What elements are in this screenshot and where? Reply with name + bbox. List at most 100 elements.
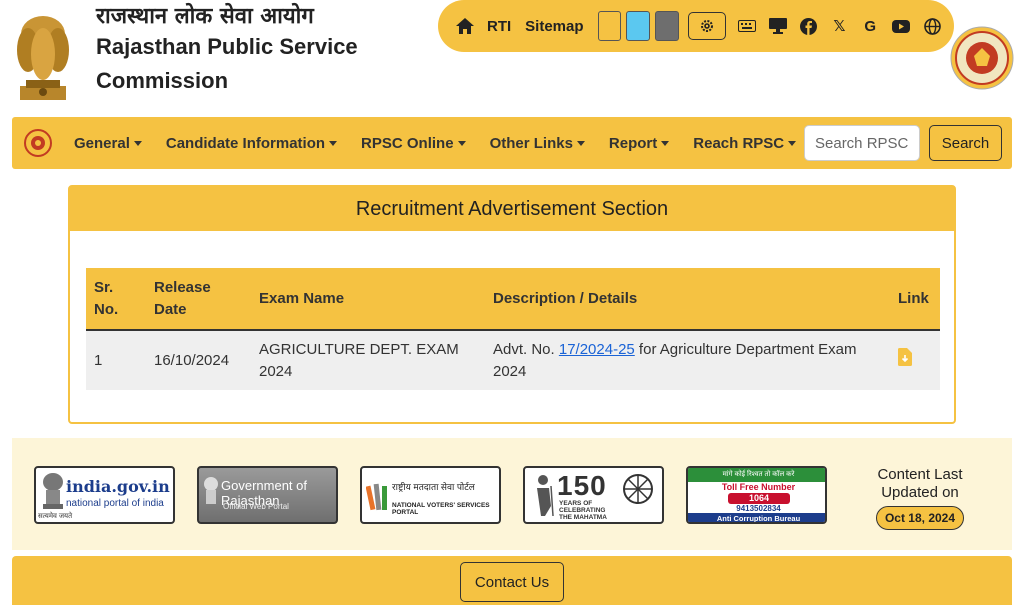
download-file-icon[interactable] bbox=[898, 348, 912, 366]
col-date-line-1: Release bbox=[154, 278, 211, 296]
acb-bureau-name: Anti Corruption Bureau bbox=[688, 513, 825, 522]
acb-tollfree-label: Toll Free Number bbox=[721, 482, 796, 492]
search-input[interactable] bbox=[804, 125, 920, 161]
exam-name-line-1: AGRICULTURE DEPT. EXAM bbox=[259, 340, 459, 358]
site-header: राजस्थान लोक सेवा आयोग Rajasthan Public … bbox=[0, 0, 1024, 112]
col-description: Description / Details bbox=[485, 268, 890, 331]
cell-exam-name: AGRICULTURE DEPT. EXAM 2024 bbox=[251, 330, 485, 390]
site-footer: Contact Us bbox=[12, 556, 1012, 605]
col-date-line-2: Date bbox=[154, 300, 187, 318]
settings-gear-icon bbox=[700, 20, 713, 32]
youtube-icon[interactable] bbox=[892, 17, 911, 35]
nav-candidate-information[interactable]: Candidate Information bbox=[165, 134, 338, 152]
india-gov-link[interactable]: india.gov.in national portal of india सत… bbox=[34, 466, 175, 524]
sitemap-link[interactable]: Sitemap bbox=[525, 18, 583, 35]
gov-rajasthan-link[interactable]: Government of Rajasthan Official Web Por… bbox=[197, 466, 338, 524]
india-gov-motto: सत्यमेव जयते bbox=[38, 513, 73, 520]
gov-rajasthan-subtitle: Official Web Portal bbox=[223, 502, 289, 511]
updated-line-1: Content Last bbox=[877, 466, 963, 483]
site-title-english: Rajasthan Public Service Commission bbox=[96, 30, 358, 98]
google-icon[interactable]: G bbox=[861, 17, 879, 35]
facebook-icon[interactable] bbox=[800, 17, 818, 35]
national-emblem-icon bbox=[17, 16, 69, 100]
theme-swatch-gray[interactable] bbox=[655, 11, 679, 41]
nav-report[interactable]: Report bbox=[608, 134, 670, 152]
col-exam-name: Exam Name bbox=[251, 268, 485, 331]
mahatma-150-link[interactable]: 150 YEARS OF CELEBRATING THE MAHATMA bbox=[523, 466, 664, 524]
search-button[interactable]: Search bbox=[929, 125, 1002, 161]
mahatma-150-caption: YEARS OF CELEBRATING THE MAHATMA bbox=[559, 500, 607, 521]
settings-button[interactable] bbox=[687, 12, 726, 40]
x-twitter-icon[interactable]: 𝕏 bbox=[831, 17, 849, 35]
cell-sr-no: 1 bbox=[86, 330, 146, 390]
chevron-down-icon bbox=[133, 140, 142, 146]
india-gov-subtitle: national portal of india bbox=[66, 498, 164, 509]
site-title-hindi: राजस्थान लोक सेवा आयोग bbox=[96, 4, 314, 29]
advt-number-link[interactable]: 17/2024-25 bbox=[559, 341, 635, 358]
anti-corruption-bureau-link[interactable]: मांगे कोई रिश्वत तो कॉल करे Toll Free Nu… bbox=[686, 466, 827, 524]
nav-report-label: Report bbox=[608, 134, 658, 152]
exam-name-line-2: 2024 bbox=[259, 362, 293, 380]
rti-link[interactable]: RTI bbox=[487, 18, 511, 35]
col-sr-line-1: Sr. bbox=[94, 278, 114, 296]
cell-release-date: 16/10/2024 bbox=[146, 330, 251, 390]
content-last-updated: Content Last Updated on Oct 18, 2024 bbox=[870, 466, 970, 530]
main-navbar: General Candidate Information RPSC Onlin… bbox=[12, 117, 1012, 169]
nav-other-links-label: Other Links bbox=[489, 134, 573, 152]
nav-general[interactable]: General bbox=[74, 135, 142, 152]
section-title: Recruitment Advertisement Section bbox=[70, 187, 954, 231]
site-title-line-1: Rajasthan Public Service bbox=[96, 34, 358, 59]
updated-line-2: Updated on bbox=[881, 484, 959, 501]
acb-hindi-slogan: मांगे कोई रिश्वत तो कॉल करे bbox=[688, 468, 825, 482]
home-icon[interactable] bbox=[456, 17, 474, 35]
mahatma-caption-line-1: YEARS OF bbox=[559, 500, 593, 507]
theme-swatch-yellow[interactable] bbox=[597, 11, 622, 41]
col-release-date: Release Date bbox=[146, 268, 251, 331]
emblem-icon bbox=[43, 473, 63, 509]
chevron-down-icon bbox=[576, 140, 585, 146]
site-title-line-2: Commission bbox=[96, 68, 229, 93]
col-sr-line-2: No. bbox=[94, 300, 119, 318]
nvsp-link[interactable]: राष्ट्रीय मतदाता सेवा पोर्टल NATIONAL VO… bbox=[360, 466, 501, 524]
nav-home-logo-icon[interactable] bbox=[24, 129, 52, 157]
recruitment-table: Sr. No. Release Date Exam Name Description… bbox=[86, 268, 940, 390]
chevron-down-icon bbox=[329, 140, 338, 146]
india-gov-title: india.gov.in bbox=[66, 477, 170, 496]
cell-description: Advt. No. 17/2024-25 for Agriculture Dep… bbox=[485, 330, 890, 390]
recruitment-card: Recruitment Advertisement Section Sr. No.… bbox=[68, 185, 956, 424]
nav-rpsc-online-label: RPSC Online bbox=[361, 134, 454, 152]
cell-link bbox=[890, 330, 940, 390]
nav-candidate-information-label: Candidate Information bbox=[165, 134, 326, 152]
charkha-wheel-icon bbox=[623, 474, 653, 504]
nvsp-hindi-title: राष्ट्रीय मतदाता सेवा पोर्टल bbox=[392, 482, 475, 492]
table-row: 1 16/10/2024 AGRICULTURE DEPT. EXAM 2024 … bbox=[86, 330, 940, 390]
col-link: Link bbox=[890, 268, 940, 331]
desc-suffix: for Agriculture Department Exam bbox=[634, 340, 857, 358]
globe-icon[interactable] bbox=[923, 17, 941, 35]
utility-bar: RTI Sitemap 𝕏 G bbox=[438, 0, 954, 52]
nav-other-links[interactable]: Other Links bbox=[490, 135, 585, 152]
nav-rpsc-online[interactable]: RPSC Online bbox=[361, 135, 466, 152]
external-links-band: india.gov.in national portal of india सत… bbox=[12, 438, 1012, 550]
rpsc-logo-icon bbox=[950, 26, 1014, 90]
desktop-icon[interactable] bbox=[768, 17, 787, 35]
desc-prefix: Advt. No. bbox=[493, 340, 559, 358]
col-sr-no: Sr. No. bbox=[86, 268, 146, 331]
acb-phone-number: 1064 bbox=[728, 493, 790, 504]
nav-general-label: General bbox=[74, 134, 130, 152]
voter-hand-icon bbox=[366, 483, 387, 511]
updated-date-badge: Oct 18, 2024 bbox=[875, 506, 965, 530]
nav-reach-rpsc[interactable]: Reach RPSC bbox=[693, 135, 797, 152]
chevron-down-icon bbox=[457, 140, 466, 146]
contact-us-button[interactable]: Contact Us bbox=[460, 562, 564, 602]
table-header-row: Sr. No. Release Date Exam Name Description… bbox=[86, 268, 940, 331]
mahatma-caption-line-3: THE MAHATMA bbox=[559, 514, 607, 521]
chevron-down-icon bbox=[661, 140, 670, 146]
mahatma-150-number: 150 bbox=[557, 470, 607, 501]
theme-swatch-blue[interactable] bbox=[626, 11, 651, 41]
chevron-down-icon bbox=[788, 140, 797, 146]
gandhi-silhouette-icon bbox=[537, 475, 554, 516]
acb-whatsapp-number: 9413502834 bbox=[736, 504, 781, 513]
keyboard-icon[interactable] bbox=[737, 17, 756, 35]
desc-line-2: 2024 bbox=[493, 362, 527, 380]
